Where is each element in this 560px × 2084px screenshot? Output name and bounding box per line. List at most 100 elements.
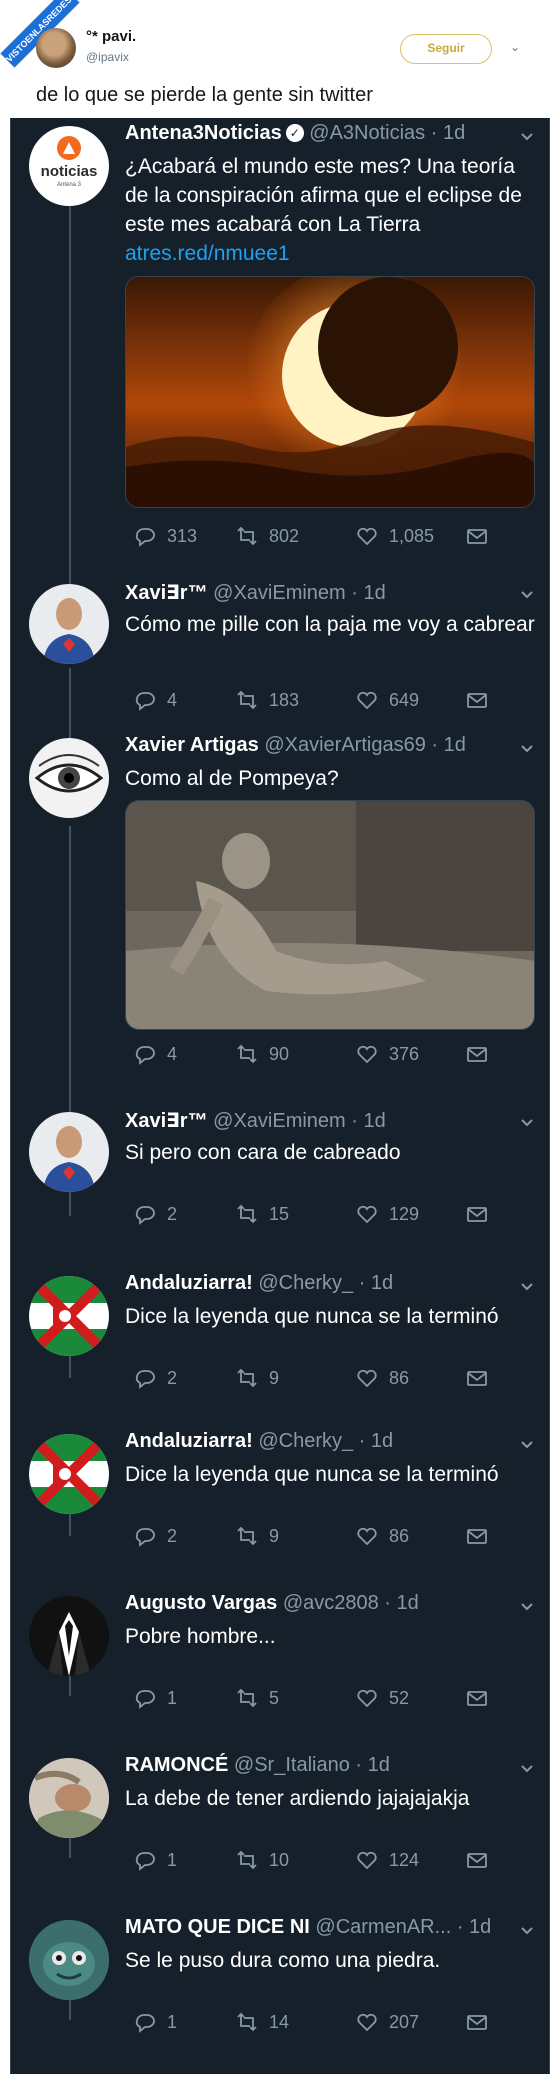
retweet-button[interactable]: 14 [235, 2010, 289, 2034]
reply-count: 4 [167, 689, 178, 710]
retweet-button[interactable]: 10 [235, 1848, 289, 1872]
like-button[interactable]: 649 [355, 688, 419, 712]
like-button[interactable]: 207 [355, 2010, 419, 2034]
tweet-actions: 1 5 52 [125, 1686, 505, 1710]
retweet-button[interactable]: 9 [235, 1366, 279, 1390]
author-handle[interactable]: @Cherky_ · 1d [258, 1430, 393, 1452]
direct-message-button[interactable] [465, 1202, 499, 1226]
reply-button[interactable]: 4 [133, 1042, 177, 1066]
chevron-down-icon[interactable] [519, 1114, 535, 1130]
tweet-link[interactable]: atres.red/nmuee1 [125, 242, 290, 265]
like-button[interactable]: 86 [355, 1366, 409, 1390]
direct-message-button[interactable] [465, 688, 499, 712]
author-handle[interactable]: @XaviEminem · 1d [213, 582, 386, 604]
avatar[interactable] [29, 1920, 109, 2000]
author-handle[interactable]: @ipavix [86, 50, 129, 64]
chevron-down-icon[interactable] [519, 1922, 535, 1938]
author-name[interactable]: MATO QUE DICE NI [125, 1916, 310, 1938]
author-name[interactable]: Xavi∃r™ [125, 582, 208, 604]
reply-button[interactable]: 2 [133, 1366, 177, 1390]
reply-icon [135, 1528, 155, 1547]
reply-button[interactable]: 313 [133, 524, 197, 548]
like-button[interactable]: 376 [355, 1042, 419, 1066]
retweet-icon [237, 1850, 257, 1870]
reply-count: 2 [167, 1525, 178, 1546]
thread-screenshot: noticias Antena 3 Antena3Noticias ✓ @A3No… [10, 118, 550, 2074]
like-count: 86 [389, 1367, 410, 1388]
reply-button[interactable]: 4 [133, 688, 177, 712]
avatar[interactable] [29, 738, 109, 818]
reply-button[interactable]: 1 [133, 1848, 177, 1872]
author-handle[interactable]: @XaviEminem · 1d [213, 1110, 386, 1132]
pompeii-image[interactable] [125, 800, 535, 1030]
chevron-down-icon[interactable] [519, 1278, 535, 1294]
like-button[interactable]: 86 [355, 1524, 409, 1548]
retweet-icon [237, 1204, 257, 1224]
reply-count: 1 [167, 1687, 178, 1708]
author-name[interactable]: Xavi∃r™ [125, 1110, 208, 1132]
direct-message-button[interactable] [465, 1366, 499, 1390]
retweet-icon [237, 1526, 257, 1546]
author-name[interactable]: Augusto Vargas [125, 1592, 277, 1614]
retweet-button[interactable]: 90 [235, 1042, 289, 1066]
author-name[interactable]: RAMONCÉ [125, 1754, 228, 1776]
chevron-down-icon[interactable]: ⌄ [510, 40, 520, 54]
direct-message-button[interactable] [465, 524, 499, 548]
like-button[interactable]: 129 [355, 1202, 419, 1226]
tweet-text: Si pero con cara de cabreado [125, 1141, 401, 1164]
chevron-down-icon[interactable] [519, 1436, 535, 1452]
like-button[interactable]: 124 [355, 1848, 419, 1872]
tweet-text: Se le puso dura como una piedra. [125, 1949, 441, 1972]
retweet-button[interactable]: 15 [235, 1202, 289, 1226]
avatar[interactable] [36, 28, 76, 68]
author-handle[interactable]: @avc2808 · 1d [283, 1592, 419, 1614]
reply-button[interactable]: 2 [133, 1524, 177, 1548]
avatar[interactable] [29, 1758, 109, 1838]
chevron-down-icon[interactable] [519, 586, 535, 602]
chevron-down-icon[interactable] [519, 740, 535, 756]
author-name[interactable]: Xavier Artigas [125, 734, 259, 756]
avatar[interactable]: noticias Antena 3 [29, 126, 109, 206]
avatar[interactable] [29, 584, 109, 664]
eclipse-image[interactable] [125, 276, 535, 508]
reply-button[interactable]: 1 [133, 1686, 177, 1710]
author-handle[interactable]: @CarmenAR... · 1d [315, 1916, 491, 1938]
author-name[interactable]: Andaluziarra! [125, 1272, 253, 1294]
avatar[interactable] [29, 1434, 109, 1514]
retweet-button[interactable]: 5 [235, 1686, 279, 1710]
chevron-down-icon[interactable] [519, 128, 535, 144]
like-count: 376 [389, 1043, 420, 1064]
bottom-border [0, 2074, 560, 2084]
envelope-icon [467, 693, 487, 708]
direct-message-button[interactable] [465, 2010, 499, 2034]
direct-message-button[interactable] [465, 1524, 499, 1548]
author-name[interactable]: Antena3Noticias [125, 122, 282, 144]
author-handle[interactable]: @Sr_Italiano · 1d [234, 1754, 390, 1776]
tweet-text: de lo que se pierde la gente sin twitter [36, 84, 373, 106]
tweet-text: Como al de Pompeya? [125, 767, 339, 790]
author-handle[interactable]: @XavierArtigas69 · 1d [264, 734, 466, 756]
retweet-button[interactable]: 9 [235, 1524, 279, 1548]
author-handle[interactable]: @A3Noticias · 1d [309, 122, 465, 144]
envelope-icon [467, 1529, 487, 1544]
chevron-down-icon[interactable] [519, 1760, 535, 1776]
reply-button[interactable]: 2 [133, 1202, 177, 1226]
author-name[interactable]: °* pavi. [86, 28, 136, 45]
retweet-button[interactable]: 802 [235, 524, 299, 548]
reply-button[interactable]: 1 [133, 2010, 177, 2034]
author-handle[interactable]: @Cherky_ · 1d [258, 1272, 393, 1294]
reply-count: 313 [167, 525, 198, 546]
avatar[interactable] [29, 1276, 109, 1356]
like-button[interactable]: 52 [355, 1686, 409, 1710]
author-name[interactable]: Andaluziarra! [125, 1430, 253, 1452]
direct-message-button[interactable] [465, 1686, 499, 1710]
direct-message-button[interactable] [465, 1848, 499, 1872]
verified-icon: ✓ [285, 124, 304, 142]
avatar[interactable] [29, 1596, 109, 1676]
direct-message-button[interactable] [465, 1042, 499, 1066]
retweet-button[interactable]: 183 [235, 688, 299, 712]
avatar[interactable] [29, 1112, 109, 1192]
chevron-down-icon[interactable] [519, 1598, 535, 1614]
follow-button[interactable]: Seguir [400, 34, 492, 64]
like-button[interactable]: 1,085 [355, 524, 434, 548]
